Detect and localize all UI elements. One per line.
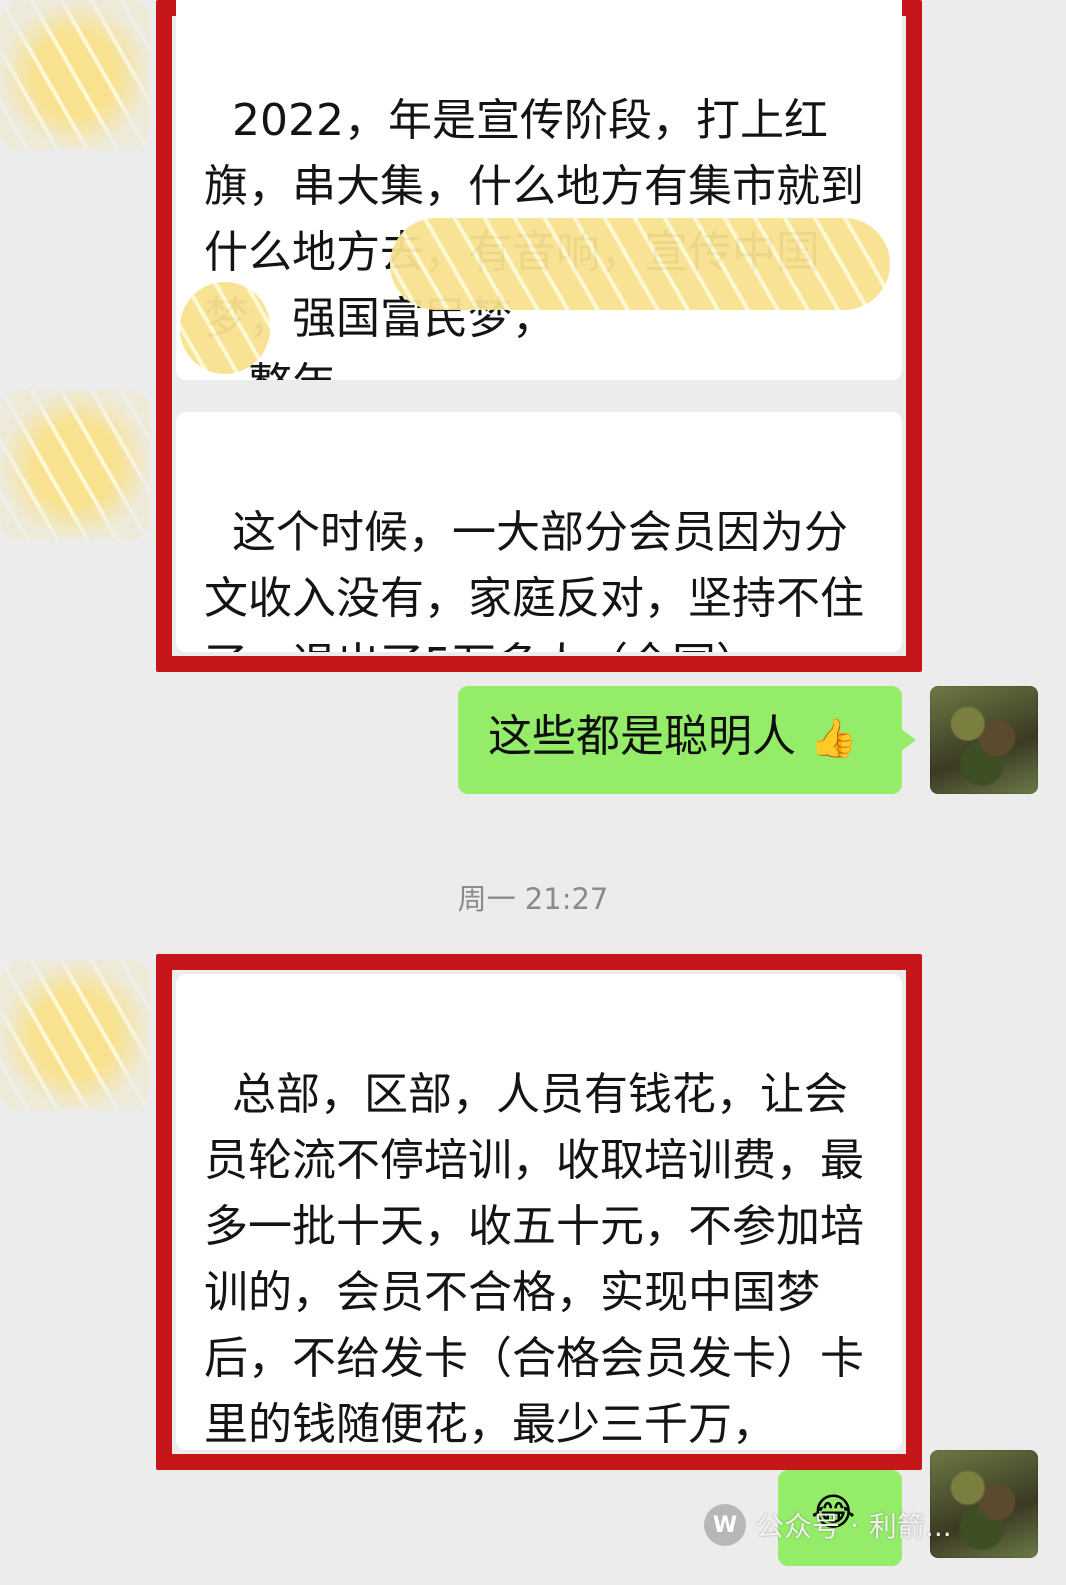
redaction-scribble-1 (390, 218, 890, 310)
outgoing-bubble-tail (900, 728, 916, 752)
incoming-message-4[interactable]: 总部，区部，人员有钱花，让会员轮流不停培训，收取培训费，最多一批十天，收五十元，… (176, 974, 902, 1450)
left-avatar-bottom[interactable] (0, 960, 150, 1110)
watermark-dot: · (850, 1508, 859, 1542)
watermark-brand: 公众号 (756, 1510, 841, 1543)
redaction-scribble-2 (180, 282, 270, 374)
chat-timestamp: 周一 21:27 (457, 882, 609, 916)
message-text-2: 这个时候，一大部分会员因为分文收入没有，家庭反对，坚持不住了，退出了5万多人（全… (204, 507, 864, 652)
thumbs-up-icon: 👍 (810, 716, 858, 760)
message-text-3: 这些都是聪明人 (488, 711, 796, 762)
watermark: W 公众号 · 利箭... (704, 1504, 952, 1546)
left-avatar-top[interactable] (0, 0, 150, 150)
left-avatar-middle[interactable] (0, 390, 150, 540)
wechat-icon: W (704, 1504, 746, 1546)
incoming-message-1[interactable]: 2022，年是宣传阶段，打上红旗，串大集，什么地方有集市就到什么地方去，有音响，… (176, 0, 902, 380)
outgoing-message-1[interactable]: 这些都是聪明人 👍 (458, 686, 902, 794)
incoming-message-2[interactable]: 这个时候，一大部分会员因为分文收入没有，家庭反对，坚持不住了，退出了5万多人（全… (176, 412, 902, 652)
right-avatar-top[interactable] (930, 686, 1038, 794)
message-text-4: 总部，区部，人员有钱花，让会员轮流不停培训，收取培训费，最多一批十天，收五十元，… (204, 1069, 864, 1450)
watermark-name: 利箭... (868, 1510, 952, 1543)
